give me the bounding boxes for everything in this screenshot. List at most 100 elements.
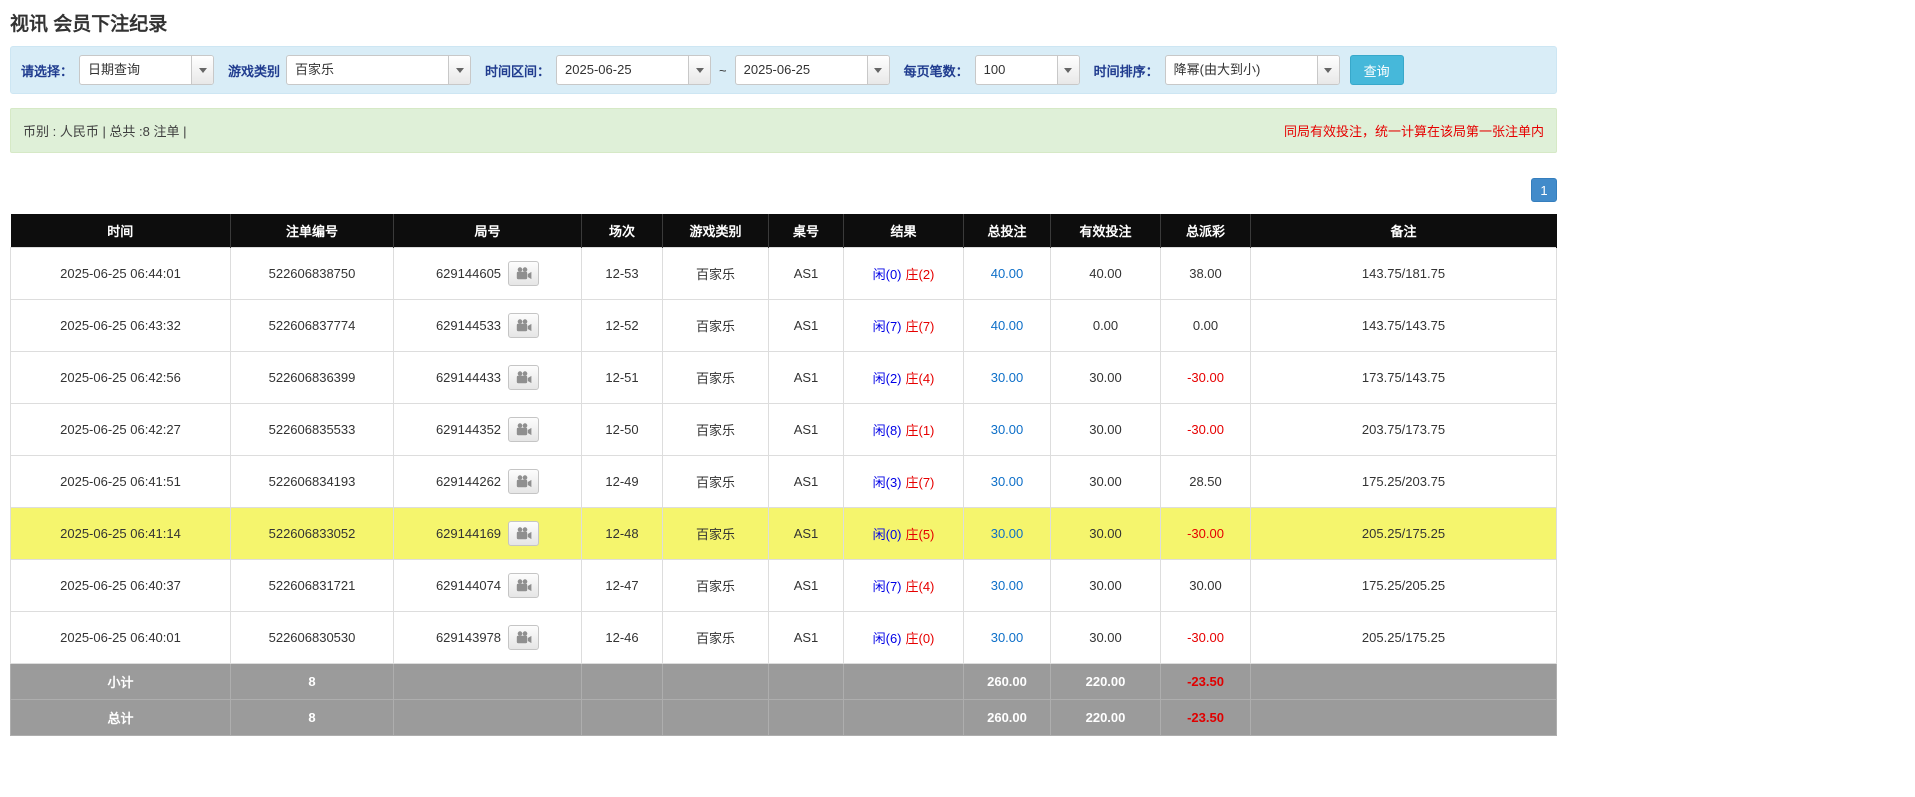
cell-note: 143.75/181.75 — [1251, 248, 1557, 300]
subtotal-empty-cell — [582, 664, 663, 700]
subtotal-empty-cell — [1251, 664, 1557, 700]
cell-result: 闲(7)庄(4) — [844, 560, 964, 612]
column-header: 总派彩 — [1161, 214, 1251, 248]
chevron-down-icon[interactable] — [1317, 56, 1339, 84]
total-bet-link[interactable]: 30.00 — [991, 422, 1024, 437]
total-label: 总计 — [11, 700, 231, 736]
valid-bet-notice: 同局有效投注，统一计算在该局第一张注单内 — [1284, 121, 1544, 140]
video-camera-icon — [516, 319, 532, 332]
video-replay-button[interactable] — [508, 417, 539, 442]
cell-result: 闲(7) 庄(7) — [844, 300, 964, 352]
cell-total-bet: 40.00 — [964, 248, 1051, 300]
sort-select[interactable]: 降幂(由大到小) — [1165, 55, 1340, 85]
cell-total-bet: 30.00 — [964, 456, 1051, 508]
result-player: 闲(3) — [873, 475, 902, 490]
cell-table-no: AS1 — [769, 300, 844, 352]
cell-result: 闲(0)庄(5) — [844, 508, 964, 560]
round-id-text: 629144169 — [436, 526, 501, 541]
total-empty-cell — [663, 700, 769, 736]
summary-bar: 币别 : 人民币 | 总共 :8 注单 | 同局有效投注，统一计算在该局第一张注… — [10, 108, 1557, 153]
cell-table-no: AS1 — [769, 508, 844, 560]
video-replay-button[interactable] — [508, 521, 539, 546]
cell-valid-bet: 30.00 — [1051, 456, 1161, 508]
table-row: 2025-06-25 06:40:37522606831721629144074… — [11, 560, 1557, 612]
page-size-label: 每页笔数： — [904, 61, 969, 80]
cell-valid-bet: 30.00 — [1051, 508, 1161, 560]
page-button-1[interactable]: 1 — [1531, 178, 1557, 202]
result-player: 闲(7) — [873, 319, 902, 334]
cell-round-id: 629144262 — [394, 456, 582, 508]
result-player: 闲(8) — [873, 423, 902, 438]
cell-result: 闲(8) 庄(1) — [844, 404, 964, 456]
video-camera-icon — [516, 579, 532, 592]
column-header: 局号 — [394, 214, 582, 248]
column-header: 结果 — [844, 214, 964, 248]
result-banker: 庄(1) — [906, 423, 935, 438]
cell-total-bet: 30.00 — [964, 404, 1051, 456]
cell-note: 175.25/203.75 — [1251, 456, 1557, 508]
video-replay-button[interactable] — [508, 625, 539, 650]
video-replay-button[interactable] — [508, 261, 539, 286]
page-size-select[interactable]: 100 — [975, 55, 1080, 85]
table-row: 2025-06-25 06:41:14522606833052629144169… — [11, 508, 1557, 560]
query-type-value: 日期查询 — [80, 56, 191, 84]
table-row: 2025-06-25 06:44:01522606838750629144605… — [11, 248, 1557, 300]
table-row: 2025-06-25 06:41:51522606834193629144262… — [11, 456, 1557, 508]
cell-note: 175.25/205.25 — [1251, 560, 1557, 612]
game-type-select[interactable]: 百家乐 — [286, 55, 471, 85]
cell-time: 2025-06-25 06:41:14 — [11, 508, 231, 560]
total-bet-link[interactable]: 30.00 — [991, 370, 1024, 385]
select-label: 请选择： — [21, 61, 73, 80]
result-banker: 庄(2) — [906, 267, 935, 282]
cell-session: 12-52 — [582, 300, 663, 352]
cell-table-no: AS1 — [769, 404, 844, 456]
result-player: 闲(7) — [873, 579, 902, 594]
cell-payout: 38.00 — [1161, 248, 1251, 300]
cell-bet-id: 522606834193 — [231, 456, 394, 508]
round-id-text: 629144074 — [436, 578, 501, 593]
query-type-select[interactable]: 日期查询 — [79, 55, 214, 85]
result-banker: 庄(7) — [906, 319, 935, 334]
subtotal-payout: -23.50 — [1161, 664, 1251, 700]
cell-session: 12-46 — [582, 612, 663, 664]
subtotal-row: 小计8260.00220.00-23.50 — [11, 664, 1557, 700]
cell-round-id: 629144352 — [394, 404, 582, 456]
table-footer: 小计8260.00220.00-23.50总计8260.00220.00-23.… — [11, 664, 1557, 736]
total-row: 总计8260.00220.00-23.50 — [11, 700, 1557, 736]
table-row: 2025-06-25 06:43:32522606837774629144533… — [11, 300, 1557, 352]
cell-game-type: 百家乐 — [663, 456, 769, 508]
search-button[interactable]: 查询 — [1350, 55, 1404, 85]
cell-game-type: 百家乐 — [663, 404, 769, 456]
total-bet-link[interactable]: 30.00 — [991, 526, 1024, 541]
cell-note: 173.75/143.75 — [1251, 352, 1557, 404]
video-replay-button[interactable] — [508, 365, 539, 390]
total-bet-link[interactable]: 30.00 — [991, 630, 1024, 645]
total-valid-bet: 220.00 — [1051, 700, 1161, 736]
video-replay-button[interactable] — [508, 469, 539, 494]
total-total-bet: 260.00 — [964, 700, 1051, 736]
chevron-down-icon[interactable] — [867, 56, 889, 84]
chevron-down-icon[interactable] — [448, 56, 470, 84]
pagination: 1 — [10, 178, 1557, 202]
total-empty-cell — [769, 700, 844, 736]
video-replay-button[interactable] — [508, 313, 539, 338]
cell-table-no: AS1 — [769, 560, 844, 612]
total-bet-link[interactable]: 30.00 — [991, 578, 1024, 593]
video-replay-button[interactable] — [508, 573, 539, 598]
chevron-down-icon[interactable] — [1057, 56, 1079, 84]
chevron-down-icon[interactable] — [191, 56, 213, 84]
cell-session: 12-53 — [582, 248, 663, 300]
cell-time: 2025-06-25 06:44:01 — [11, 248, 231, 300]
date-from-select[interactable]: 2025-06-25 — [556, 55, 711, 85]
column-header: 总投注 — [964, 214, 1051, 248]
chevron-down-icon[interactable] — [688, 56, 710, 84]
date-to-value: 2025-06-25 — [736, 56, 867, 84]
table-header: 时间注单编号局号场次游戏类别桌号结果总投注有效投注总派彩备注 — [11, 214, 1557, 248]
total-bet-link[interactable]: 40.00 — [991, 266, 1024, 281]
total-bet-link[interactable]: 30.00 — [991, 474, 1024, 489]
cell-time: 2025-06-25 06:40:01 — [11, 612, 231, 664]
total-bet-link[interactable]: 40.00 — [991, 318, 1024, 333]
cell-total-bet: 30.00 — [964, 352, 1051, 404]
date-to-select[interactable]: 2025-06-25 — [735, 55, 890, 85]
page-size-value: 100 — [976, 56, 1057, 84]
